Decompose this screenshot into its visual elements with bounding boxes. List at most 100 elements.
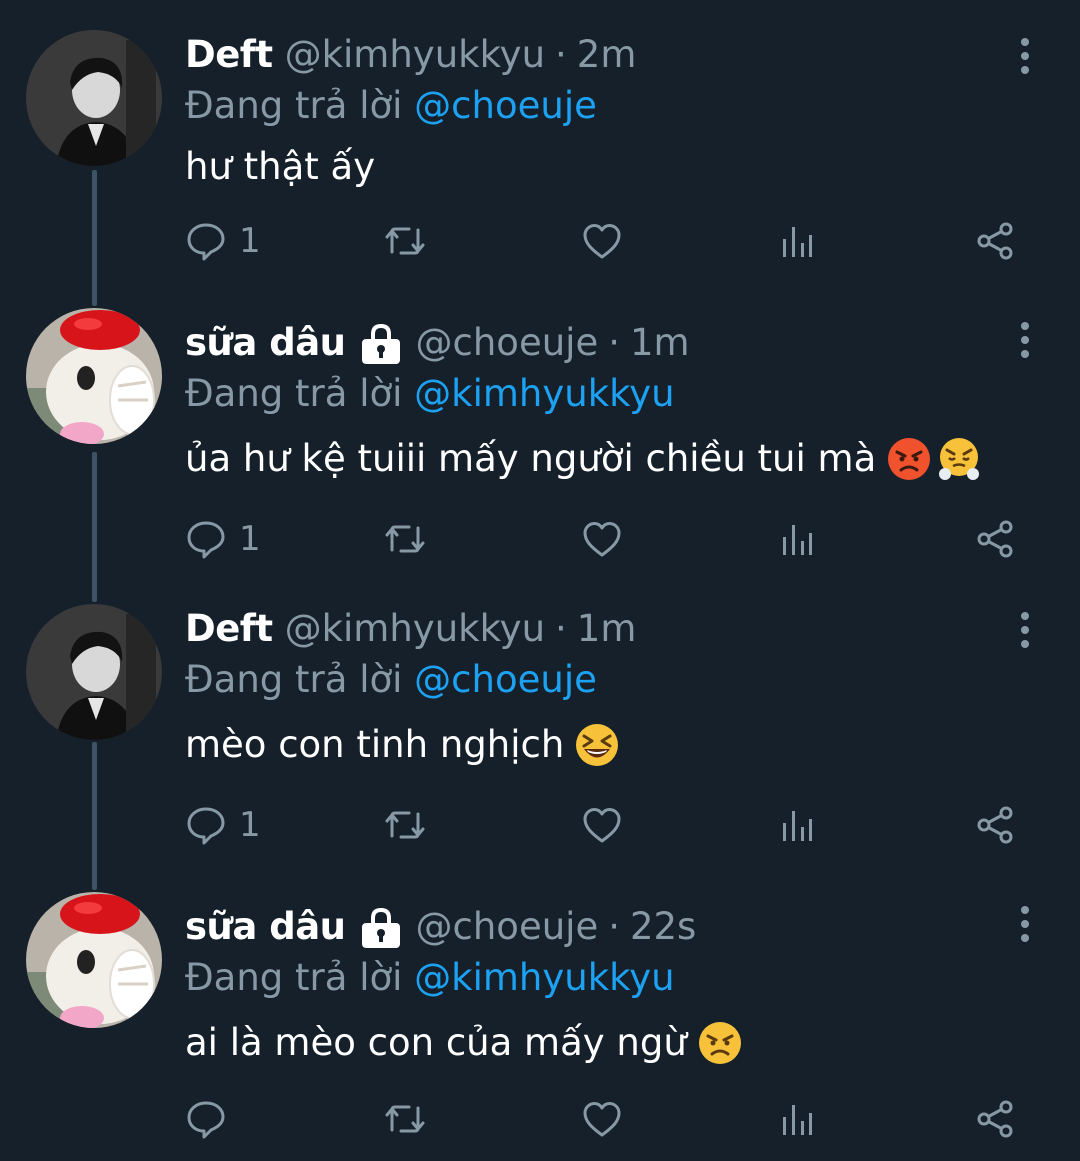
analytics-icon bbox=[783, 227, 812, 257]
share-button[interactable] bbox=[975, 514, 1015, 564]
avatar[interactable] bbox=[26, 604, 162, 740]
separator: · bbox=[555, 33, 567, 76]
separator: · bbox=[608, 321, 620, 364]
tweet-actions bbox=[185, 1094, 1025, 1144]
replying-to: Đang trả lời @choeuje bbox=[185, 80, 597, 132]
separator: · bbox=[555, 607, 567, 650]
laughing-squint-face-emoji bbox=[574, 722, 620, 768]
timestamp[interactable]: 1m bbox=[577, 602, 637, 656]
tweet[interactable]: Deft @kimhyukkyu · 2m Đang trả lời @choe… bbox=[0, 0, 1080, 290]
retweet-button[interactable] bbox=[383, 1094, 427, 1144]
heart-icon bbox=[583, 808, 621, 843]
more-vertical-icon[interactable] bbox=[1010, 610, 1040, 650]
tweet[interactable]: Deft @kimhyukkyu · 1m Đang trả lời @choe… bbox=[0, 590, 1080, 880]
tweet-actions: 1 bbox=[185, 216, 1025, 266]
separator: · bbox=[608, 905, 620, 948]
heart-icon bbox=[583, 1102, 621, 1137]
reply-count: 1 bbox=[239, 221, 261, 261]
share-icon bbox=[977, 1100, 1013, 1138]
replying-to: Đang trả lời @choeuje bbox=[185, 654, 597, 706]
mention-link[interactable]: @kimhyukkyu bbox=[414, 372, 674, 415]
heart-icon bbox=[583, 224, 621, 259]
reply-prefix: Đang trả lời bbox=[185, 956, 403, 999]
replying-to: Đang trả lời @kimhyukkyu bbox=[185, 952, 675, 1004]
share-icon bbox=[977, 520, 1013, 558]
timestamp[interactable]: 1m bbox=[630, 316, 690, 370]
retweet-icon bbox=[385, 227, 425, 255]
analytics-icon bbox=[783, 1105, 812, 1135]
timestamp[interactable]: 2m bbox=[577, 28, 637, 82]
handle[interactable]: @kimhyukkyu bbox=[285, 28, 545, 82]
tweet-header: sữa dâu @choeuje · 1m bbox=[185, 316, 690, 370]
reply-icon bbox=[187, 1101, 225, 1139]
tweet-text-content: ai là mèo con của mấy ngừ bbox=[185, 1021, 687, 1064]
like-button[interactable] bbox=[581, 800, 623, 850]
analytics-button[interactable] bbox=[779, 800, 815, 850]
reply-button[interactable]: 1 bbox=[185, 800, 261, 850]
share-button[interactable] bbox=[975, 800, 1015, 850]
reply-prefix: Đang trả lời bbox=[185, 372, 403, 415]
more-vertical-icon[interactable] bbox=[1010, 904, 1040, 944]
tweet[interactable]: sữa dâu @choeuje · 1m Đang trả lời @kimh… bbox=[0, 290, 1080, 590]
reply-prefix: Đang trả lời bbox=[185, 658, 403, 701]
mention-link[interactable]: @choeuje bbox=[414, 658, 597, 701]
tweet-header: sữa dâu @choeuje · 22s bbox=[185, 900, 696, 954]
retweet-icon bbox=[385, 525, 425, 553]
more-vertical-icon[interactable] bbox=[1010, 36, 1040, 76]
tweet-text: ai là mèo con của mấy ngừ bbox=[185, 1016, 743, 1070]
avatar[interactable] bbox=[26, 892, 162, 1028]
reply-icon bbox=[187, 223, 225, 261]
handle[interactable]: @kimhyukkyu bbox=[285, 602, 545, 656]
tweet-text: ủa hư kệ tuiii mấy người chiều tui mà bbox=[185, 432, 982, 486]
retweet-button[interactable] bbox=[383, 800, 427, 850]
display-name[interactable]: sữa dâu bbox=[185, 316, 346, 370]
angry-red-face-emoji bbox=[886, 436, 932, 482]
analytics-icon bbox=[783, 811, 812, 841]
steam-from-nose-face-emoji bbox=[936, 436, 982, 482]
reply-count: 1 bbox=[239, 519, 261, 559]
analytics-button[interactable] bbox=[779, 514, 815, 564]
lock-icon bbox=[358, 904, 404, 950]
tweet-text-content: ủa hư kệ tuiii mấy người chiều tui mà bbox=[185, 437, 877, 480]
retweet-button[interactable] bbox=[383, 216, 427, 266]
reply-prefix: Đang trả lời bbox=[185, 84, 403, 127]
share-button[interactable] bbox=[975, 216, 1015, 266]
like-button[interactable] bbox=[581, 514, 623, 564]
tweet-text: mèo con tinh nghịch bbox=[185, 718, 620, 772]
tweet-actions: 1 bbox=[185, 514, 1025, 564]
mention-link[interactable]: @kimhyukkyu bbox=[414, 956, 674, 999]
retweet-button[interactable] bbox=[383, 514, 427, 564]
share-button[interactable] bbox=[975, 1094, 1015, 1144]
mention-link[interactable]: @choeuje bbox=[414, 84, 597, 127]
avatar[interactable] bbox=[26, 308, 162, 444]
tweet-text-content: hư thật ấy bbox=[185, 145, 376, 188]
reply-button[interactable]: 1 bbox=[185, 216, 261, 266]
reply-button[interactable]: 1 bbox=[185, 514, 261, 564]
more-vertical-icon[interactable] bbox=[1010, 320, 1040, 360]
analytics-button[interactable] bbox=[779, 1094, 815, 1144]
analytics-icon bbox=[783, 525, 812, 555]
reply-count: 1 bbox=[239, 805, 261, 845]
like-button[interactable] bbox=[581, 216, 623, 266]
tweet[interactable]: sữa dâu @choeuje · 22s Đang trả lời @kim… bbox=[0, 880, 1080, 1161]
tweet-text: hư thật ấy bbox=[185, 140, 375, 194]
avatar[interactable] bbox=[26, 30, 162, 166]
timestamp[interactable]: 22s bbox=[630, 900, 696, 954]
tweet-header: Deft @kimhyukkyu · 2m bbox=[185, 28, 636, 82]
display-name[interactable]: Deft bbox=[185, 602, 273, 656]
handle[interactable]: @choeuje bbox=[416, 316, 599, 370]
tweet-text-content: mèo con tinh nghịch bbox=[185, 723, 565, 766]
angry-face-emoji bbox=[697, 1020, 743, 1066]
lock-icon bbox=[358, 320, 404, 366]
reply-icon bbox=[187, 521, 225, 559]
reply-button[interactable] bbox=[185, 1094, 239, 1144]
tweet-actions: 1 bbox=[185, 800, 1025, 850]
reply-icon bbox=[187, 807, 225, 845]
handle[interactable]: @choeuje bbox=[416, 900, 599, 954]
display-name[interactable]: sữa dâu bbox=[185, 900, 346, 954]
tweet-header: Deft @kimhyukkyu · 1m bbox=[185, 602, 636, 656]
display-name[interactable]: Deft bbox=[185, 28, 273, 82]
like-button[interactable] bbox=[581, 1094, 623, 1144]
analytics-button[interactable] bbox=[779, 216, 815, 266]
retweet-icon bbox=[385, 1105, 425, 1133]
